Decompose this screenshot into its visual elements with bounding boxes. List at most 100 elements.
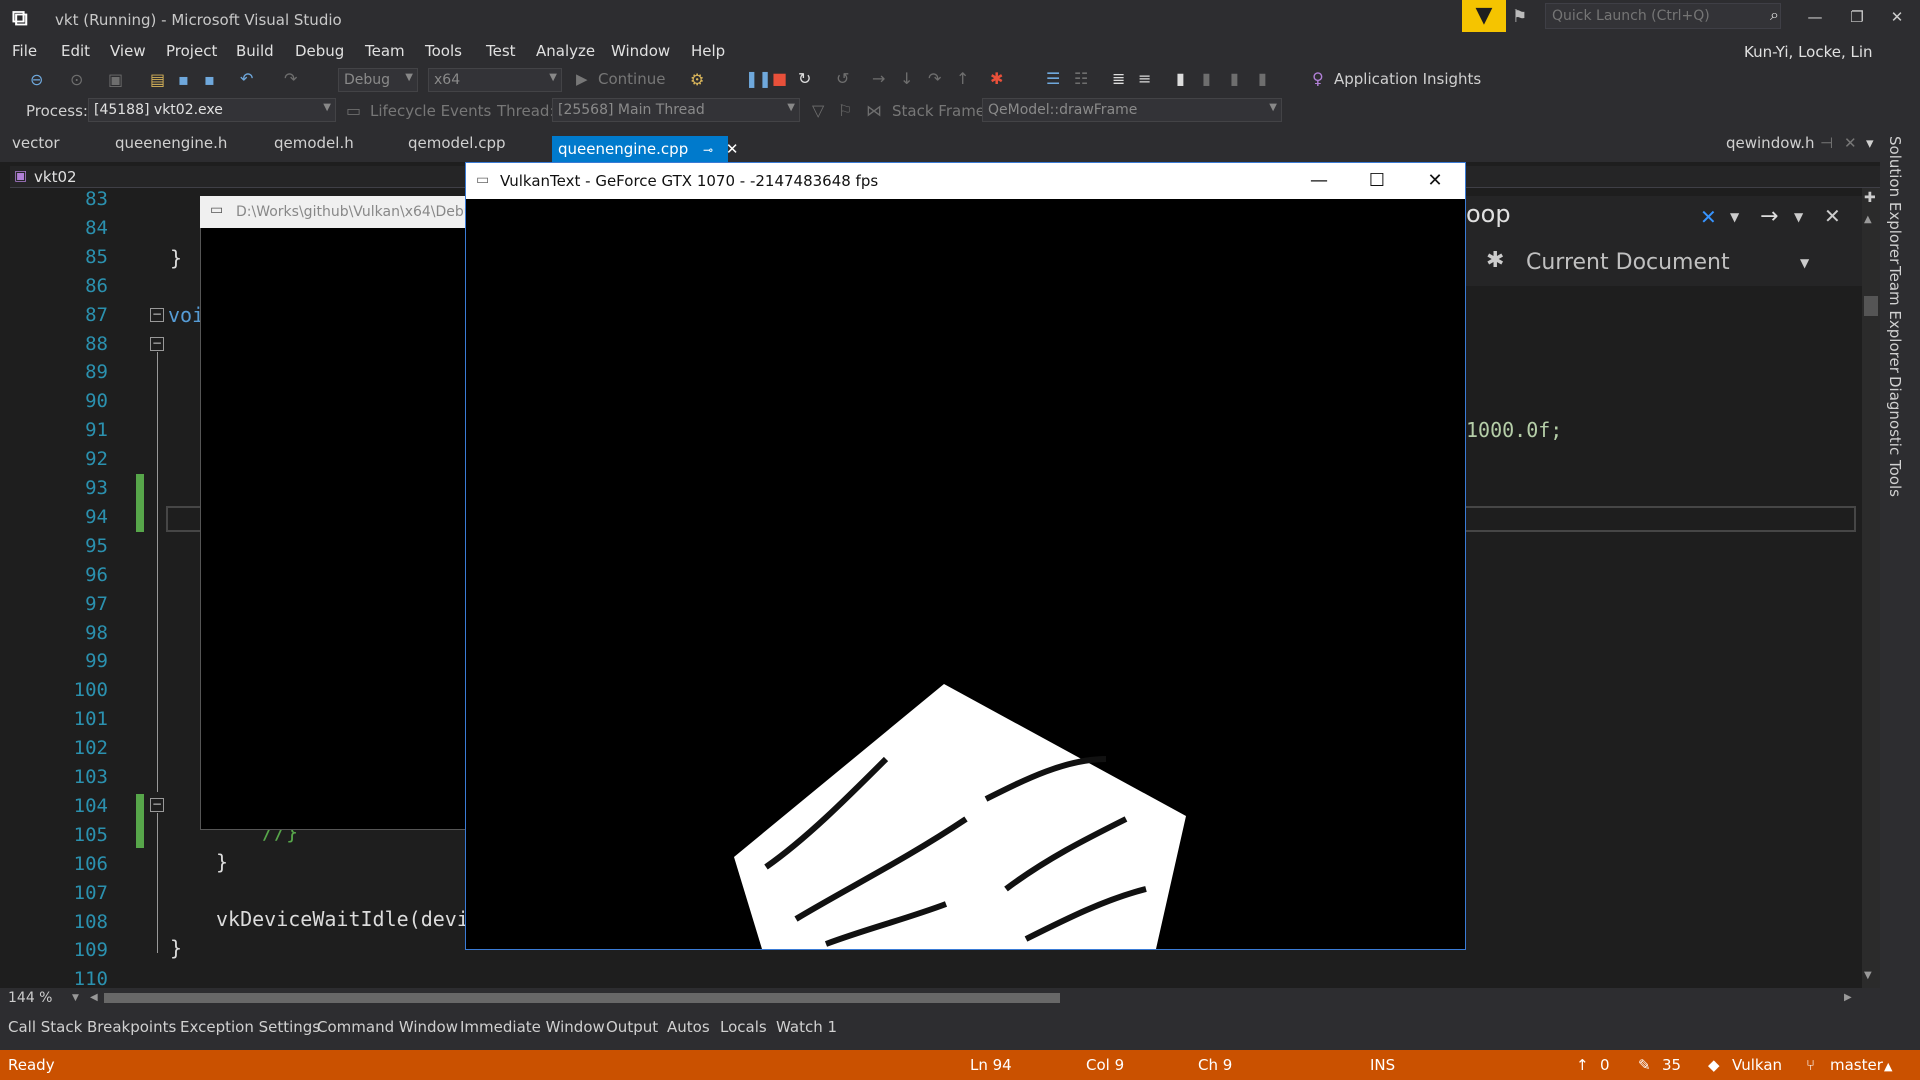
bookmark-icon[interactable]: ▮	[1176, 69, 1185, 88]
tab-overflow-icon[interactable]: ▾	[1866, 134, 1874, 152]
collapse-icon[interactable]: −	[150, 308, 164, 322]
find-next-icon[interactable]: →	[1760, 204, 1778, 229]
console-window[interactable]	[200, 196, 466, 830]
tab-qemodel-h[interactable]: qemodel.h	[274, 134, 354, 152]
zoom-dropdown[interactable]: 144 %	[8, 990, 52, 1006]
status-unpushed[interactable]: 0	[1600, 1056, 1610, 1074]
chevron-up-icon[interactable]: ▲	[1884, 1060, 1892, 1073]
threads-icon[interactable]: ☰	[1046, 69, 1060, 88]
status-line[interactable]: Ln 94	[970, 1056, 1012, 1074]
tab-immediate-window[interactable]: Immediate Window	[460, 1018, 605, 1036]
menu-analyze[interactable]: Analyze	[536, 42, 595, 60]
vulkan-maximize-button[interactable]: ☐	[1348, 165, 1406, 197]
menu-help[interactable]: Help	[691, 42, 725, 60]
menu-debug[interactable]: Debug	[295, 42, 344, 60]
status-changes[interactable]: 35	[1662, 1056, 1681, 1074]
minimize-button[interactable]: —	[1798, 4, 1832, 30]
hot-reload-icon[interactable]: ↺	[836, 69, 849, 88]
menu-build[interactable]: Build	[236, 42, 274, 60]
status-insert-mode[interactable]: INS	[1370, 1056, 1395, 1074]
find-options-icon[interactable]: ▼	[1794, 210, 1803, 224]
outdent-icon[interactable]: ≡	[1138, 69, 1151, 88]
tab-output[interactable]: Output	[606, 1018, 658, 1036]
scroll-thumb[interactable]	[1864, 296, 1878, 316]
clear-bookmarks-icon[interactable]: ▮	[1258, 69, 1267, 88]
status-column[interactable]: Col 9	[1086, 1056, 1124, 1074]
menu-team[interactable]: Team	[365, 42, 405, 60]
next-bookmark-icon[interactable]: ▮	[1230, 69, 1239, 88]
platform-dropdown[interactable]: x64 ▼	[428, 68, 562, 92]
tab-call-stack[interactable]: Call Stack	[8, 1018, 82, 1036]
status-char[interactable]: Ch 9	[1198, 1056, 1232, 1074]
chevron-down-icon[interactable]: ▼	[72, 993, 79, 1003]
attach-icon[interactable]: ⚙	[690, 70, 704, 89]
clear-search-icon[interactable]: ✕	[1700, 205, 1717, 229]
tab-queenengine-h[interactable]: queenengine.h	[115, 134, 227, 152]
pin-icon[interactable]: ⊣	[1820, 134, 1833, 152]
thread-dropdown[interactable]: [25568] Main Thread ▼	[552, 98, 800, 122]
project-dropdown[interactable]: vkt02	[34, 168, 77, 186]
menu-test[interactable]: Test	[486, 42, 516, 60]
scroll-left-icon[interactable]: ◀	[90, 992, 98, 1003]
collapse-icon[interactable]: −	[150, 798, 164, 812]
redo-icon[interactable]: ↷	[284, 69, 297, 88]
save-all-icon[interactable]: ▪	[204, 70, 215, 89]
lifecycle-events-button[interactable]: Lifecycle Events	[370, 102, 491, 120]
menu-edit[interactable]: Edit	[61, 42, 90, 60]
search-icon[interactable]: ⌕	[1770, 5, 1779, 25]
tab-vector[interactable]: vector	[12, 134, 60, 152]
restore-button[interactable]: ❐	[1840, 4, 1874, 30]
stack-frame-dropdown[interactable]: QeModel::drawFrame ▼	[982, 98, 1282, 122]
menu-view[interactable]: View	[110, 42, 146, 60]
save-icon[interactable]: ▪	[178, 70, 189, 89]
continue-button[interactable]: Continue	[598, 70, 665, 88]
solution-explorer-tab[interactable]: Solution Explorer	[1886, 136, 1904, 264]
menu-file[interactable]: File	[12, 42, 37, 60]
process-dropdown[interactable]: [45188] vkt02.exe ▼	[88, 98, 336, 122]
scroll-right-icon[interactable]: ▶	[1844, 992, 1852, 1003]
tab-queenengine-cpp[interactable]: queenengine.cpp ⊸ ✕	[552, 136, 738, 162]
vulkan-close-button[interactable]: ✕	[1406, 165, 1464, 197]
indent-icon[interactable]: ≣	[1112, 69, 1125, 88]
tab-qewindow-h[interactable]: qewindow.h	[1726, 134, 1815, 152]
tab-qemodel-cpp[interactable]: qemodel.cpp	[408, 134, 506, 152]
close-button[interactable]: ✕	[1880, 4, 1914, 30]
tab-breakpoints[interactable]: Breakpoints	[87, 1018, 176, 1036]
pin-icon[interactable]: ⊸	[703, 143, 713, 157]
step-out-icon[interactable]: ↑	[956, 69, 969, 88]
open-file-icon[interactable]: ▤	[150, 70, 165, 89]
stop-icon[interactable]: ■	[772, 69, 787, 88]
undo-icon[interactable]: ↶	[240, 69, 253, 88]
feedback-filter-icon[interactable]: ▼	[1462, 0, 1506, 32]
tab-exception-settings[interactable]: Exception Settings	[180, 1018, 320, 1036]
chevron-down-icon[interactable]: ▼	[1800, 256, 1809, 270]
flag-icon[interactable]: ⚐	[838, 101, 852, 120]
step-over-icon[interactable]: ↷	[928, 69, 941, 88]
tab-autos[interactable]: Autos	[667, 1018, 710, 1036]
status-repository[interactable]: Vulkan	[1732, 1056, 1782, 1074]
status-branch[interactable]: master	[1830, 1056, 1883, 1074]
quick-launch-input[interactable]	[1545, 3, 1781, 29]
breakpoints-icon[interactable]: ✱	[990, 69, 1003, 88]
configuration-dropdown[interactable]: Debug ▼	[338, 68, 418, 92]
tab-locals[interactable]: Locals	[720, 1018, 767, 1036]
tab-command-window[interactable]: Command Window	[317, 1018, 458, 1036]
close-find-icon[interactable]: ✕	[1824, 204, 1841, 228]
restart-icon[interactable]: ↻	[798, 69, 811, 88]
menu-tools[interactable]: Tools	[425, 42, 462, 60]
forward-icon[interactable]: ⊙	[70, 70, 83, 89]
step-into-icon[interactable]: ↓	[900, 69, 913, 88]
search-options-icon[interactable]: ▼	[1730, 210, 1739, 224]
prev-bookmark-icon[interactable]: ▮	[1202, 69, 1211, 88]
close-tab-icon[interactable]: ✕	[726, 140, 739, 158]
scroll-up-icon[interactable]: ▲	[1864, 214, 1872, 225]
find-scope-dropdown[interactable]: Current Document	[1526, 250, 1730, 275]
vulkan-minimize-button[interactable]: —	[1290, 165, 1348, 197]
menu-window[interactable]: Window	[611, 42, 670, 60]
pause-icon[interactable]: ❚❚	[745, 69, 772, 88]
show-next-statement-icon[interactable]: →	[872, 69, 885, 88]
filter-icon[interactable]: ▽	[812, 101, 824, 120]
collapse-icon[interactable]: −	[150, 337, 164, 351]
account-name[interactable]: Kun-Yi, Locke, Lin	[1744, 43, 1873, 61]
menu-project[interactable]: Project	[166, 42, 217, 60]
